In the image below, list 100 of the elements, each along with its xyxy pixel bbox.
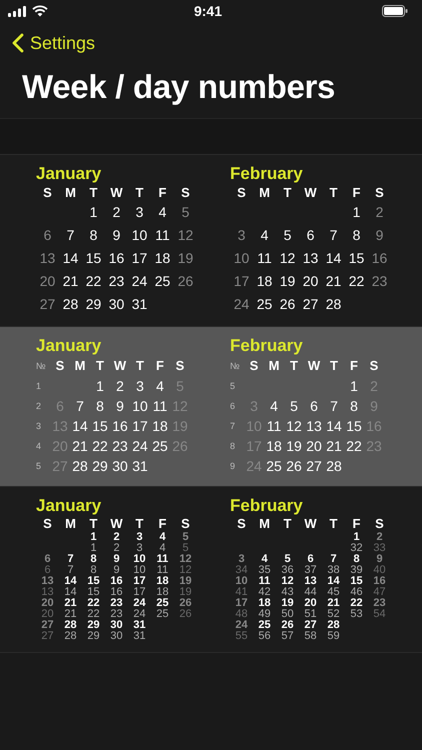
day-number: 16 <box>111 417 129 436</box>
day-of-year-number: 51 <box>304 609 317 620</box>
day-of-year-number: 40 <box>373 565 386 576</box>
day-number: 16 <box>108 249 126 268</box>
day-number: 15 <box>91 417 109 436</box>
day-number: 11 <box>266 417 282 436</box>
day-number: 12 <box>176 226 194 245</box>
day-of-year-number: 21 <box>64 609 77 620</box>
day-number: 20 <box>302 272 320 291</box>
weekday-label: T <box>328 516 338 532</box>
day-number: 31 <box>130 295 148 314</box>
day-of-year-number: 4 <box>159 543 166 554</box>
day-number: 26 <box>285 457 303 476</box>
weekday-label: T <box>95 357 105 375</box>
day-number: 22 <box>91 437 109 456</box>
day-number: 26 <box>176 272 194 291</box>
day-number: 27 <box>41 620 54 631</box>
weekday-label: M <box>258 184 271 201</box>
day-number: 28 <box>327 620 340 631</box>
weekday-label: M <box>64 516 77 532</box>
back-button[interactable]: Settings <box>12 32 96 54</box>
day-number: 8 <box>353 554 360 565</box>
day-of-year-number: 55 <box>235 631 248 642</box>
calendar-style-option[interactable] <box>0 327 422 487</box>
day-of-year-number: 57 <box>281 631 294 642</box>
week-number: 8 <box>230 440 236 453</box>
day-of-year-number: 17 <box>133 587 146 598</box>
day-number: 7 <box>75 397 85 416</box>
month-name: January <box>36 336 102 356</box>
month-name: February <box>230 496 303 516</box>
day-number: 18 <box>156 576 169 587</box>
day-of-year-number: 14 <box>64 587 77 598</box>
day-number: 28 <box>62 295 80 314</box>
day-of-year-number: 5 <box>182 543 189 554</box>
day-number: 21 <box>62 272 80 291</box>
day-of-year-number: 54 <box>373 609 386 620</box>
weekday-label: S <box>42 516 53 532</box>
day-number: 28 <box>324 295 342 314</box>
day-number: 10 <box>130 226 148 245</box>
day-number: 9 <box>115 397 125 416</box>
day-of-year-number: 22 <box>87 609 100 620</box>
signal-icon <box>8 6 26 16</box>
day-number: 17 <box>235 598 248 609</box>
day-number: 12 <box>285 417 303 436</box>
day-number: 13 <box>41 576 54 587</box>
day-number: 22 <box>84 272 102 291</box>
week-number: 2 <box>36 400 42 413</box>
day-number: 14 <box>324 249 342 268</box>
day-number: 14 <box>71 417 89 436</box>
day-number: 2 <box>112 203 122 222</box>
weekday-label: T <box>328 184 338 201</box>
weekday-label: F <box>352 184 362 201</box>
day-of-year-number: 48 <box>235 609 248 620</box>
day-of-year-number: 31 <box>133 631 146 642</box>
day-number: 27 <box>302 295 320 314</box>
day-of-year-number: 3 <box>136 543 143 554</box>
day-number: 16 <box>370 249 388 268</box>
day-of-year-number: 39 <box>350 565 363 576</box>
day-number: 26 <box>278 295 296 314</box>
day-number: 15 <box>348 249 366 268</box>
day-number: 3 <box>135 377 145 396</box>
day-number: 21 <box>327 598 340 609</box>
day-of-year-number: 15 <box>87 587 100 598</box>
weekday-label: S <box>374 184 385 201</box>
day-number: 10 <box>131 397 149 416</box>
day-number: 6 <box>42 226 52 245</box>
day-number: 8 <box>90 554 97 565</box>
day-number: 5 <box>282 226 292 245</box>
day-number: 9 <box>113 554 120 565</box>
week-number: 7 <box>230 420 236 433</box>
day-of-year-number: 1 <box>90 543 97 554</box>
week-number: 4 <box>36 440 42 453</box>
day-number: 16 <box>373 576 386 587</box>
day-number: 22 <box>345 437 363 456</box>
day-of-year-number: 9 <box>113 565 120 576</box>
day-number: 8 <box>88 226 98 245</box>
day-number: 19 <box>278 272 296 291</box>
day-number: 20 <box>305 437 323 456</box>
day-number: 27 <box>304 620 317 631</box>
day-of-year-number: 34 <box>235 565 248 576</box>
day-number: 20 <box>304 598 317 609</box>
day-of-year-number: 11 <box>156 565 168 576</box>
weekday-label: T <box>282 184 292 201</box>
weekday-label: T <box>88 184 98 201</box>
day-number: 1 <box>90 532 97 543</box>
day-number: 20 <box>38 272 56 291</box>
day-of-year-number: 37 <box>304 565 317 576</box>
weekday-label: S <box>236 184 247 201</box>
day-number: 13 <box>38 249 56 268</box>
day-number: 19 <box>281 598 294 609</box>
day-number: 25 <box>258 620 271 631</box>
weekday-label: W <box>109 516 124 532</box>
weekday-label: F <box>158 184 168 201</box>
day-of-year-number: 16 <box>110 587 123 598</box>
day-number: 6 <box>44 554 51 565</box>
day-of-year-number: 44 <box>304 587 317 598</box>
day-number: 25 <box>156 598 169 609</box>
chevron-left-icon <box>12 33 24 53</box>
day-number: 17 <box>133 576 146 587</box>
day-number: 24 <box>131 437 149 456</box>
